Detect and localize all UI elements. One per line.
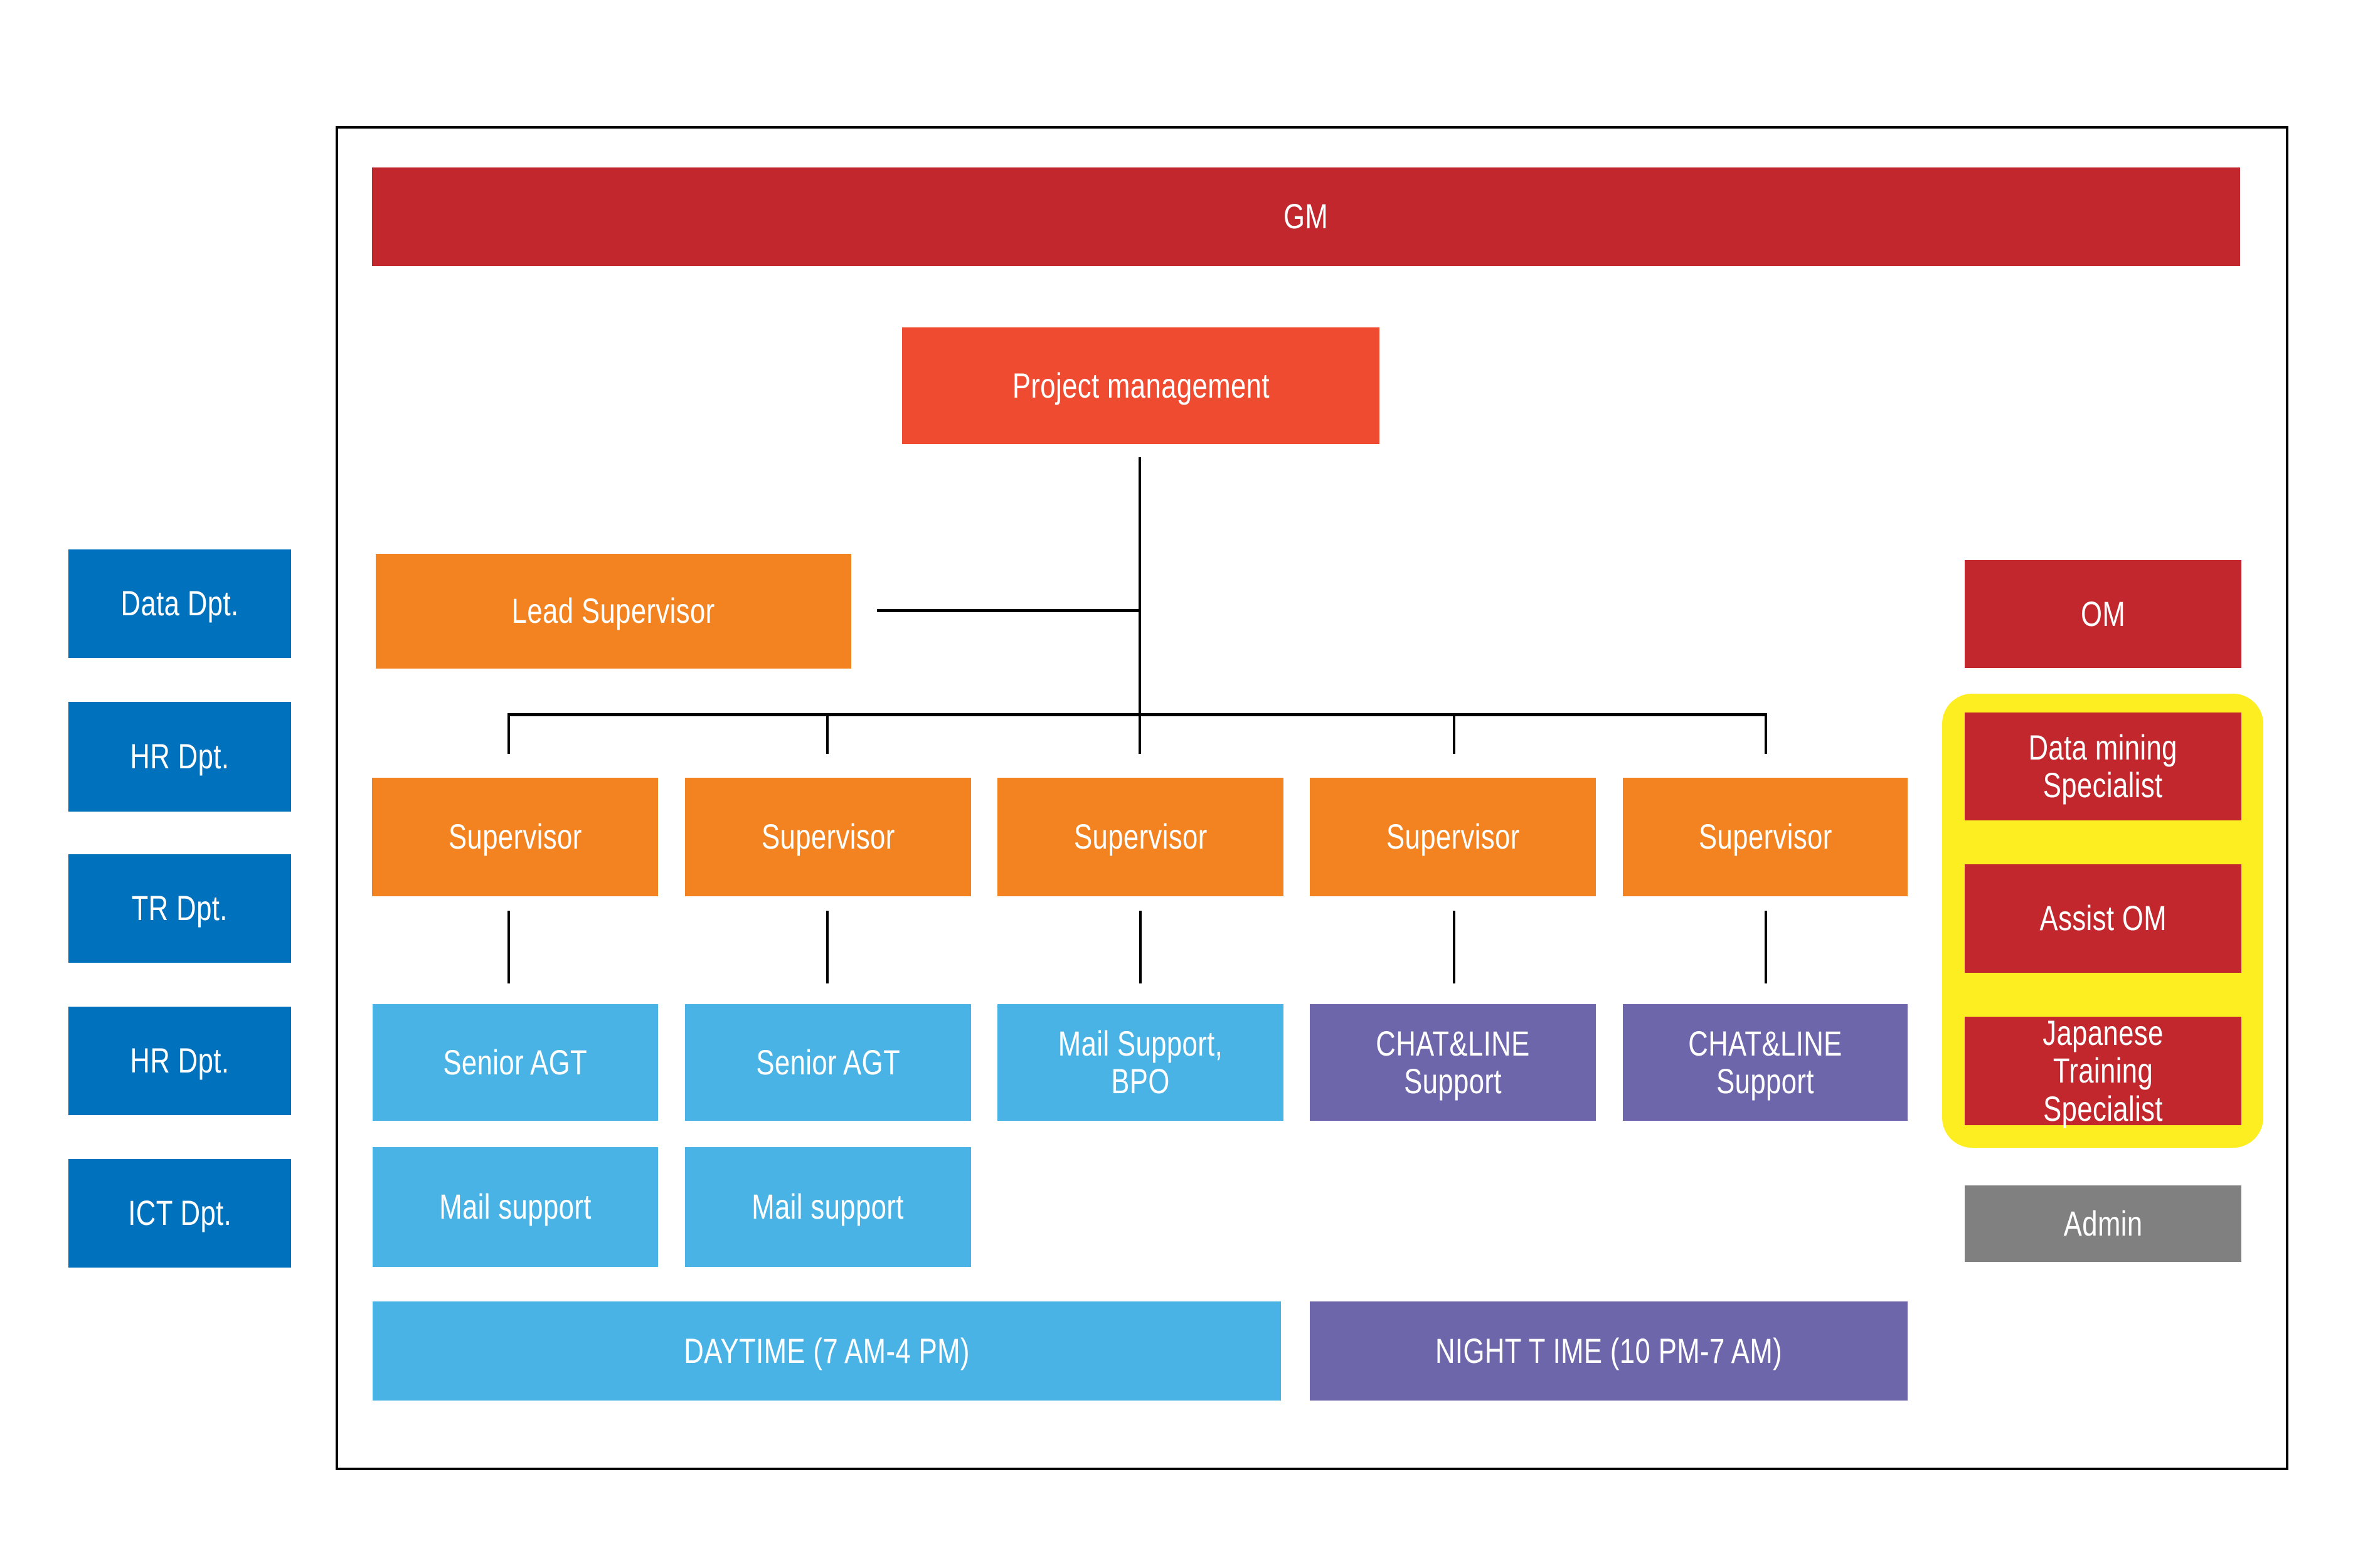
connector-tick-1 [507, 713, 510, 754]
team-box-chat-line-1: CHAT&LINE Support [1310, 1004, 1596, 1121]
supervisor-box-5: Supervisor [1623, 778, 1908, 896]
japanese-training-specialist-box: Japanese Training Specialist [1965, 1012, 2241, 1128]
team-label: Senior AGT [756, 1042, 900, 1082]
connector-tick-5 [1765, 713, 1767, 754]
sub-team-label: Mail support [439, 1187, 592, 1227]
nighttime-shift-label: NIGHT T IME (10 PM-7 AM) [1435, 1330, 1783, 1370]
connector-lower-5 [1765, 911, 1767, 983]
daytime-shift-bar: DAYTIME (7 AM-4 PM) [373, 1301, 1281, 1401]
project-management-box: Project management [902, 327, 1379, 444]
lead-supervisor-box: Lead Supervisor [376, 554, 851, 669]
supervisor-label: Supervisor [1698, 817, 1832, 857]
supervisor-label: Supervisor [448, 817, 582, 857]
admin-box: Admin [1965, 1185, 2241, 1262]
connector-supervisor-bus [507, 713, 1767, 716]
supervisor-box-3: Supervisor [997, 778, 1283, 896]
team-box-senior-agt-2: Senior AGT [685, 1004, 971, 1121]
supervisor-label: Supervisor [1073, 817, 1208, 857]
department-label: HR Dpt. [130, 1041, 230, 1081]
nighttime-shift-bar: NIGHT T IME (10 PM-7 AM) [1310, 1301, 1908, 1401]
team-box-chat-line-2: CHAT&LINE Support [1623, 1004, 1908, 1121]
assist-om-label: Assist OM [2039, 898, 2167, 938]
department-data: Data Dpt. [68, 549, 291, 658]
project-management-label: Project management [1012, 365, 1270, 405]
department-ict: ICT Dpt. [68, 1159, 291, 1268]
team-label: CHAT&LINE Support [1688, 1023, 1842, 1101]
connector-main-vertical [1139, 457, 1141, 754]
japanese-training-specialist-label: Japanese Training Specialist [2042, 1012, 2164, 1128]
department-label: TR Dpt. [131, 888, 228, 928]
team-label: Senior AGT [443, 1042, 588, 1082]
assist-om-box: Assist OM [1965, 864, 2241, 973]
connector-lower-4 [1453, 911, 1455, 983]
lead-supervisor-label: Lead Supervisor [512, 591, 715, 631]
supervisor-box-1: Supervisor [372, 778, 658, 896]
data-mining-specialist-label: Data mining Specialist [2028, 727, 2178, 805]
sub-team-box-mail-support-1: Mail support [373, 1147, 658, 1267]
team-box-mail-support-bpo: Mail Support, BPO [997, 1004, 1283, 1121]
admin-label: Admin [2063, 1203, 2143, 1243]
team-label: CHAT&LINE Support [1376, 1023, 1530, 1101]
department-label: Data Dpt. [120, 583, 239, 623]
connector-lower-1 [507, 911, 510, 983]
om-box: OM [1965, 560, 2241, 668]
department-hr: HR Dpt. [68, 702, 291, 812]
connector-lower-3 [1139, 911, 1142, 983]
om-label: OM [2080, 593, 2126, 633]
connector-lower-2 [826, 911, 829, 983]
supervisor-label: Supervisor [761, 817, 895, 857]
daytime-shift-label: DAYTIME (7 AM-4 PM) [684, 1330, 970, 1370]
team-box-senior-agt-1: Senior AGT [373, 1004, 658, 1121]
supervisor-label: Supervisor [1386, 817, 1520, 857]
supervisor-box-2: Supervisor [685, 778, 971, 896]
connector-lead-supervisor [877, 609, 1140, 612]
data-mining-specialist-box: Data mining Specialist [1965, 712, 2241, 820]
department-label: ICT Dpt. [128, 1193, 231, 1233]
team-label: Mail Support, BPO [1058, 1023, 1223, 1101]
connector-tick-4 [1453, 713, 1455, 754]
connector-tick-2 [826, 713, 829, 754]
department-hr-2: HR Dpt. [68, 1007, 291, 1115]
sub-team-label: Mail support [752, 1187, 905, 1227]
gm-label: GM [1283, 196, 1329, 236]
department-label: HR Dpt. [130, 736, 230, 776]
supervisor-box-4: Supervisor [1310, 778, 1596, 896]
department-tr: TR Dpt. [68, 854, 291, 963]
sub-team-box-mail-support-2: Mail support [685, 1147, 971, 1267]
gm-box: GM [372, 167, 2240, 266]
